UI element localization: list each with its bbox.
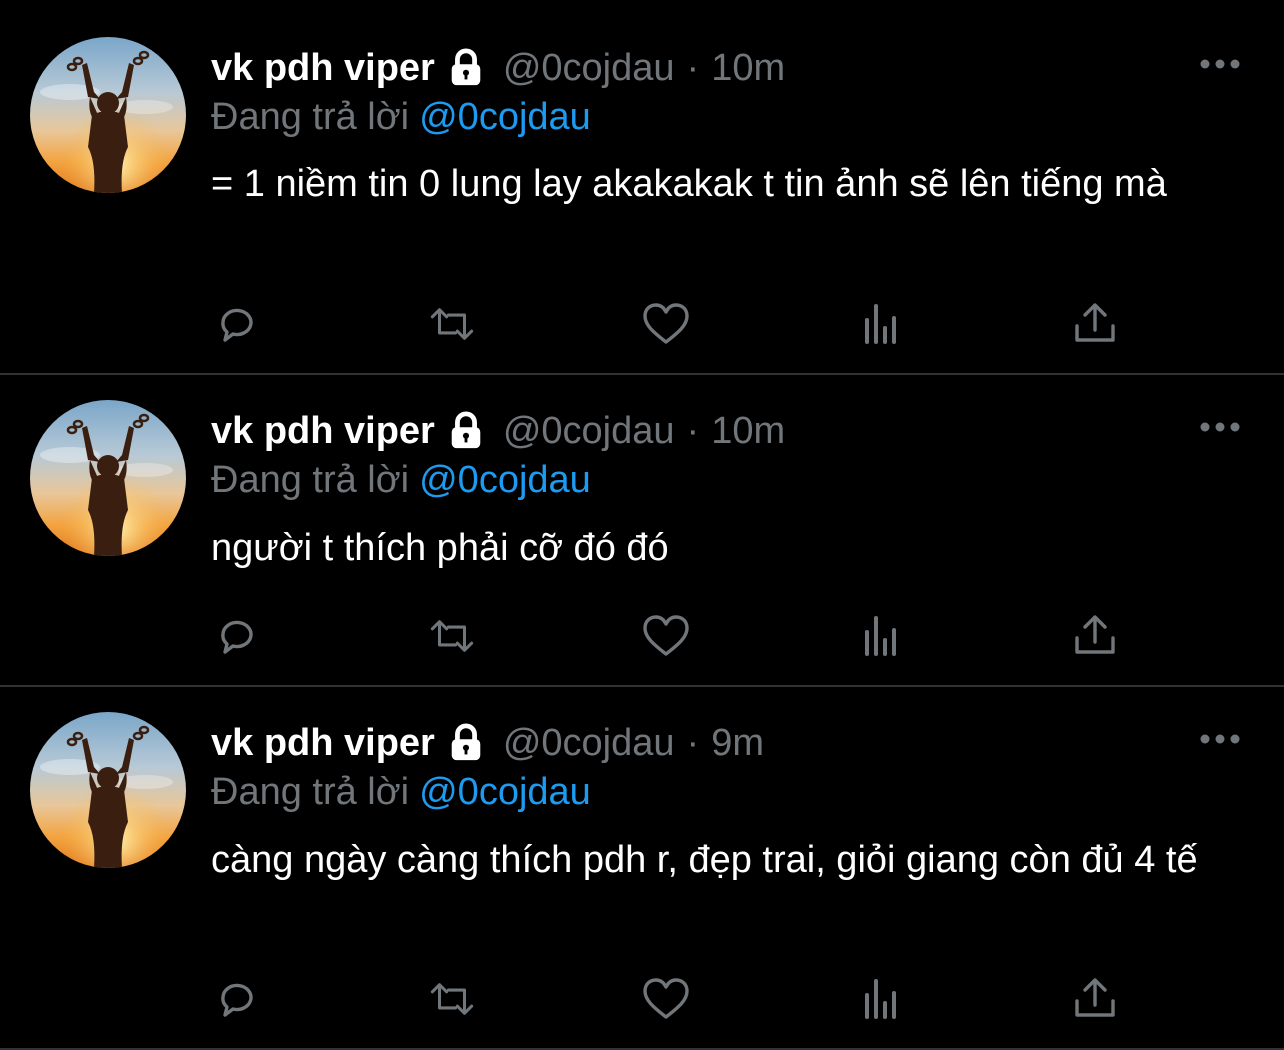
timestamp[interactable]: 9m [711, 722, 764, 765]
action-bar [0, 611, 1284, 661]
user-handle[interactable]: @0cojdau [503, 410, 675, 453]
reply-to-handle[interactable]: @0cojdau [419, 96, 591, 138]
reply-icon [221, 308, 253, 342]
user-handle[interactable]: @0cojdau [503, 47, 675, 90]
separator-dot: · [686, 409, 700, 452]
views-button[interactable] [856, 974, 906, 1024]
reply-button[interactable] [212, 974, 262, 1024]
separator-dot: · [686, 721, 700, 764]
timestamp[interactable]: 10m [711, 410, 785, 453]
display-name[interactable]: vk pdh viper [211, 410, 435, 453]
avatar[interactable] [30, 400, 186, 556]
timestamp[interactable]: 10m [711, 47, 785, 90]
tweet-text: càng ngày càng thích pdh r, đẹp trai, gi… [211, 839, 1198, 881]
avatar[interactable] [30, 37, 186, 193]
views-button[interactable] [856, 299, 906, 349]
retweet-button[interactable] [427, 299, 477, 349]
replying-to: Đang trả lời @0cojdau [211, 456, 591, 504]
replying-to: Đang trả lời @0cojdau [211, 768, 591, 816]
heart-icon [643, 978, 689, 1019]
share-icon [1075, 303, 1115, 342]
lock-icon [445, 48, 487, 88]
reply-button[interactable] [212, 299, 262, 349]
views-button[interactable] [856, 611, 906, 661]
action-bar [0, 299, 1284, 349]
share-button[interactable] [1070, 611, 1120, 661]
reply-to-handle[interactable]: @0cojdau [419, 771, 591, 813]
like-button[interactable] [641, 299, 691, 349]
tweet-header: vk pdh viper @0cojdau · 10m [211, 43, 785, 93]
views-bar-icon [865, 616, 896, 656]
display-name[interactable]: vk pdh viper [211, 47, 435, 90]
views-bar-icon [865, 304, 896, 344]
reply-prefix: Đang trả lời [211, 459, 410, 501]
reply-button[interactable] [212, 611, 262, 661]
tweet[interactable]: vk pdh viper @0cojdau · 10m Đang trả lời… [0, 0, 1284, 374]
retweet-icon [430, 308, 474, 340]
avatar[interactable] [30, 712, 186, 868]
retweet-button[interactable] [427, 611, 477, 661]
lock-icon [445, 411, 487, 451]
share-button[interactable] [1070, 299, 1120, 349]
retweet-icon [430, 983, 474, 1015]
reply-icon [221, 620, 253, 654]
action-bar [0, 974, 1284, 1024]
share-button[interactable] [1070, 974, 1120, 1024]
tweet-text: = 1 niềm tin 0 lung lay akakakak t tin ả… [211, 163, 1167, 205]
tweet[interactable]: vk pdh viper @0cojdau · 9m Đang trả lời @… [0, 687, 1284, 1050]
reply-prefix: Đang trả lời [211, 96, 410, 138]
reply-to-handle[interactable]: @0cojdau [419, 459, 591, 501]
like-button[interactable] [641, 611, 691, 661]
retweet-button[interactable] [427, 974, 477, 1024]
more-dots-icon[interactable] [1196, 52, 1244, 76]
more-dots-icon[interactable] [1196, 415, 1244, 439]
heart-icon [643, 615, 689, 656]
user-handle[interactable]: @0cojdau [503, 722, 675, 765]
reply-prefix: Đang trả lời [211, 771, 410, 813]
views-bar-icon [865, 979, 896, 1019]
replying-to: Đang trả lời @0cojdau [211, 93, 591, 141]
display-name[interactable]: vk pdh viper [211, 722, 435, 765]
like-button[interactable] [641, 974, 691, 1024]
share-icon [1075, 615, 1115, 654]
tweet-text: người t thích phải cỡ đó đó [211, 527, 669, 569]
reply-icon [221, 983, 253, 1017]
share-icon [1075, 978, 1115, 1017]
more-dots-icon[interactable] [1196, 727, 1244, 751]
retweet-icon [430, 620, 474, 652]
tweet-header: vk pdh viper @0cojdau · 10m [211, 406, 785, 456]
tweet[interactable]: vk pdh viper @0cojdau · 10m Đang trả lời… [0, 375, 1284, 685]
lock-icon [445, 723, 487, 763]
heart-icon [643, 303, 689, 344]
separator-dot: · [686, 46, 700, 89]
tweet-header: vk pdh viper @0cojdau · 9m [211, 718, 764, 768]
